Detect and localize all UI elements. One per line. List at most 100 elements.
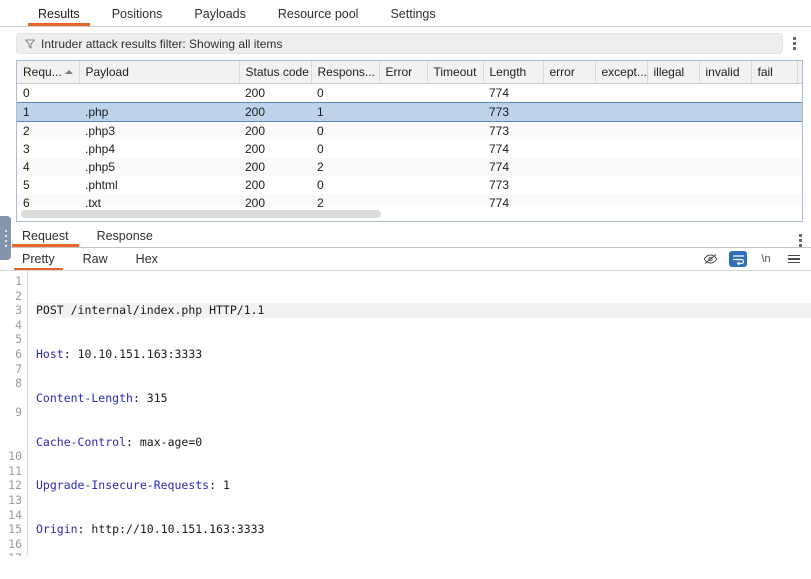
tab-payloads[interactable]: Payloads: [178, 7, 261, 27]
tab-results[interactable]: Results: [22, 7, 96, 27]
cell-grep-fail: [751, 83, 797, 103]
tab-request[interactable]: Request: [8, 229, 83, 247]
table-row[interactable]: 1 .php 200 1 773: [17, 102, 802, 122]
line-number: 8: [15, 376, 22, 391]
cell-timeout: [427, 121, 483, 140]
scrollbar-thumb[interactable]: [21, 210, 381, 218]
tab-raw[interactable]: Raw: [69, 252, 122, 270]
request-editor[interactable]: 1 2 3 4 5 6 7 8 9 10 11 12 13 14 15 16 1…: [0, 271, 811, 556]
column-header-response-received[interactable]: Respons...: [311, 61, 380, 84]
column-header-request[interactable]: Requ...: [17, 61, 80, 84]
cell-grep-illegal: [647, 176, 699, 194]
attack-results-table[interactable]: Requ... Payload Status code Respons... E…: [16, 60, 803, 222]
line-number-wrap: [0, 391, 22, 406]
eye-slash-icon[interactable]: [701, 251, 719, 267]
cell-error: [379, 158, 427, 176]
column-header-error[interactable]: Error: [379, 61, 428, 84]
cell-grep-fail: [751, 121, 797, 140]
line-number-wrap: [0, 420, 22, 435]
table-row[interactable]: 5 .phtml 200 0 773: [17, 176, 802, 194]
cell-grep-invalid: [699, 176, 751, 194]
line-number: 7: [15, 361, 22, 376]
column-header-grep-error[interactable]: error: [543, 61, 596, 84]
newline-icon[interactable]: \n: [757, 251, 775, 267]
tab-hex-label: Hex: [135, 252, 158, 266]
tab-pretty[interactable]: Pretty: [8, 252, 69, 270]
tab-resource-pool[interactable]: Resource pool: [262, 6, 375, 27]
cell-length: 774: [483, 158, 543, 176]
cell-length: 773: [483, 102, 543, 122]
word-wrap-icon[interactable]: [729, 251, 747, 267]
cell-timeout: [427, 176, 483, 194]
cell-request: 0: [17, 83, 79, 103]
message-view-icons: \n: [701, 251, 811, 270]
table-row[interactable]: 2 .php3 200 0 773: [17, 121, 802, 140]
cell-grep-fail: [751, 140, 797, 158]
tab-resource-pool-label: Resource pool: [277, 6, 359, 21]
cell-grep-error: [543, 102, 595, 122]
cell-timeout: [427, 140, 483, 158]
tab-raw-label: Raw: [82, 252, 108, 266]
column-header-length[interactable]: Length: [483, 61, 544, 84]
cell-grep-error: [543, 176, 595, 194]
cell-grep-error: [543, 121, 595, 140]
cell-grep-exception: [595, 140, 647, 158]
filter-text: Intruder attack results filter: Showing …: [41, 36, 283, 51]
results-options-menu[interactable]: [783, 37, 805, 50]
tab-settings[interactable]: Settings: [374, 7, 451, 27]
cell-grep-stack: [797, 83, 802, 103]
tab-pretty-label: Pretty: [22, 252, 55, 266]
cell-length: 773: [483, 121, 543, 140]
cell-payload: .php: [79, 102, 239, 122]
tab-request-label: Request: [22, 229, 69, 243]
line-number: 9: [15, 405, 22, 420]
table-row[interactable]: 4 .php5 200 2 774: [17, 158, 802, 176]
cell-payload: .phtml: [79, 176, 239, 194]
column-header-grep-exception[interactable]: except...: [595, 61, 648, 84]
tab-response-label: Response: [96, 229, 153, 243]
line-number: 2: [15, 288, 22, 303]
cell-grep-invalid: [699, 83, 751, 103]
cell-error: [379, 176, 427, 194]
column-header-grep-invalid[interactable]: invalid: [699, 61, 752, 84]
column-header-timeout[interactable]: Timeout: [427, 61, 484, 84]
cell-request: 3: [17, 140, 79, 158]
cell-grep-fail: [751, 102, 797, 122]
message-options-menu[interactable]: [789, 234, 811, 247]
column-header-grep-illegal[interactable]: illegal: [647, 61, 700, 84]
column-header-payload[interactable]: Payload: [79, 61, 240, 84]
line-number: 10: [8, 449, 22, 464]
table-horizontal-scrollbar[interactable]: [17, 207, 802, 221]
cell-grep-exception: [595, 121, 647, 140]
tab-positions[interactable]: Positions: [96, 6, 179, 27]
tab-response[interactable]: Response: [83, 229, 167, 247]
cell-grep-invalid: [699, 158, 751, 176]
table-row[interactable]: 3 .php4 200 0 774: [17, 140, 802, 158]
column-header-grep-fail[interactable]: fail: [751, 61, 798, 84]
tab-hex[interactable]: Hex: [122, 252, 172, 270]
column-header-status-code[interactable]: Status code: [239, 61, 312, 84]
cell-status-code: 200: [239, 158, 311, 176]
request-line: Upgrade-Insecure-Requests: 1: [36, 478, 230, 493]
request-body[interactable]: POST /internal/index.php HTTP/1.1 Host: …: [28, 271, 811, 556]
cell-grep-stack: [797, 176, 802, 194]
request-line: POST /internal/index.php HTTP/1.1: [36, 303, 811, 318]
results-filter-bar[interactable]: Intruder attack results filter: Showing …: [16, 33, 783, 54]
table-row[interactable]: 0 200 0 774: [17, 83, 802, 103]
request-line: Content-Length: 315: [36, 390, 168, 405]
line-number: 14: [8, 507, 22, 522]
column-header-grep-stack[interactable]: stack: [797, 61, 802, 84]
cell-error: [379, 121, 427, 140]
menu-icon[interactable]: [785, 251, 803, 267]
cell-timeout: [427, 102, 483, 122]
cell-grep-illegal: [647, 102, 699, 122]
tab-positions-label: Positions: [111, 6, 163, 21]
cell-length: 774: [483, 83, 543, 103]
message-view-bar: Pretty Raw Hex \n: [0, 248, 811, 271]
line-number: 16: [8, 536, 22, 551]
line-number: 11: [8, 463, 22, 478]
cell-status-code: 200: [239, 140, 311, 158]
cell-response: 1: [311, 102, 379, 122]
cell-grep-fail: [751, 176, 797, 194]
cell-grep-invalid: [699, 140, 751, 158]
